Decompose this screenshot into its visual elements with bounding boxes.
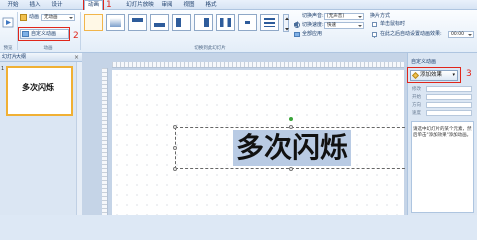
ribbon-tab-bar: 开始 插入 设计 动画 幻灯片放映 审阅 视图 格式 — [0, 0, 477, 11]
on-click-checkbox[interactable] — [372, 22, 377, 38]
speed-label-pane: 速度 — [412, 111, 421, 116]
direction-field[interactable] — [426, 102, 472, 108]
resize-handle[interactable] — [289, 167, 293, 171]
tab-format[interactable]: 格式 — [202, 1, 220, 10]
animate-icon — [20, 14, 27, 21]
animate-label: 动画 — [29, 14, 40, 20]
chevron-down-icon: ▾ — [452, 72, 455, 78]
rotation-handle[interactable] — [289, 117, 293, 121]
start-label: 开始 — [412, 95, 421, 100]
annotation-2: 2 — [73, 31, 79, 41]
slide-title-text[interactable]: 多次闪烁 — [233, 130, 352, 166]
transition-fade[interactable] — [106, 14, 125, 31]
add-effect-label: 添加效果 — [420, 72, 443, 78]
apply-all-icon — [294, 32, 300, 37]
add-effect-button[interactable]: 添加效果 ▾ — [410, 70, 458, 81]
resize-handle[interactable] — [173, 125, 177, 129]
after-checkbox[interactable] — [372, 32, 377, 37]
tab-home[interactable]: 开始 — [4, 1, 22, 10]
tab-outline[interactable]: 大纲 — [16, 53, 26, 62]
slide-number: 1 — [1, 66, 5, 72]
animation-group-label: 动画 — [43, 46, 53, 51]
transition-blinds[interactable] — [260, 14, 279, 31]
speaker-icon — [294, 13, 300, 28]
highlight-box-2 — [18, 27, 70, 41]
modify-label: 修改 — [412, 87, 421, 92]
advance-title: 换片方式 — [370, 13, 391, 19]
after-time-input[interactable]: 00:00 — [448, 31, 474, 38]
transition-group-label: 切换到此幻灯片 — [194, 46, 226, 51]
resize-handle[interactable] — [289, 125, 293, 129]
speed-field-pane[interactable] — [426, 110, 472, 116]
after-label: 在此之后自动设置动画效果: — [380, 31, 442, 37]
tab-slides[interactable]: 幻灯片 — [2, 53, 17, 62]
tab-review[interactable]: 审阅 — [158, 1, 176, 10]
vertical-ruler — [102, 68, 108, 215]
modify-field[interactable] — [426, 86, 472, 92]
transition-split[interactable] — [216, 14, 235, 31]
tab-insert[interactable]: 插入 — [26, 1, 44, 10]
tab-design[interactable]: 设计 — [48, 1, 66, 10]
speed-label: 切换速度: — [302, 22, 324, 28]
custom-animation-pane-header: 自定义动画 — [411, 59, 437, 65]
ribbon-separator — [80, 12, 81, 50]
transition-wipe-left[interactable] — [194, 14, 213, 31]
annotation-3: 3 — [466, 69, 472, 79]
transition-none[interactable] — [84, 14, 103, 31]
panel-tabs: 幻灯片 大纲 × — [0, 53, 82, 62]
slide-thumbnail-text: 多次闪烁 — [22, 83, 54, 92]
annotation-1: 1 — [106, 0, 112, 10]
preview-button[interactable] — [2, 14, 14, 32]
on-click-label: 单击鼠标时 — [380, 21, 406, 27]
sound-select[interactable]: [无声音] — [324, 13, 364, 20]
tab-animations[interactable]: 动画 — [83, 0, 104, 11]
apply-all-button[interactable]: 全部应用 — [302, 30, 322, 38]
sound-label: 切换声音: — [302, 13, 324, 19]
animate-select[interactable]: 无动画 — [41, 14, 75, 21]
resize-handle[interactable] — [173, 167, 177, 171]
resize-handle[interactable] — [173, 146, 177, 150]
horizontal-ruler — [112, 62, 404, 68]
animation-list-hint: 请选中幻灯片的某个元素，然后单击"添加效果"添加动画。 — [413, 127, 472, 138]
tab-view[interactable]: 视图 — [180, 1, 198, 10]
speed-select[interactable]: 快速 — [324, 22, 364, 29]
slide-thumbnail[interactable]: 多次闪烁 — [6, 66, 73, 116]
transition-gallery-scroll[interactable] — [283, 14, 289, 32]
chevron-down-icon — [285, 17, 289, 31]
start-field[interactable] — [426, 94, 472, 100]
direction-label: 方向 — [412, 103, 421, 108]
transition-wipe-down[interactable] — [128, 14, 147, 31]
transition-wipe-up[interactable] — [150, 14, 169, 31]
transition-box[interactable] — [238, 14, 257, 31]
preview-icon — [2, 17, 14, 28]
tab-slideshow[interactable]: 幻灯片放映 — [126, 1, 154, 10]
transition-wipe-right[interactable] — [172, 14, 191, 31]
star-icon — [411, 71, 420, 80]
close-icon[interactable]: × — [74, 53, 79, 62]
speed-icon — [294, 22, 300, 28]
preview-group-label: 预览 — [3, 46, 13, 51]
